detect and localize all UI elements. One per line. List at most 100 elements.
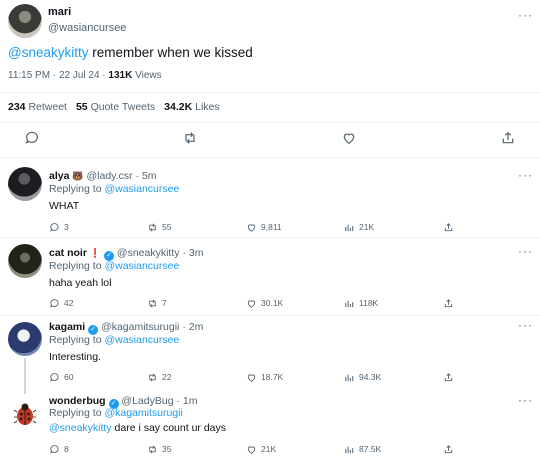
dot-separator: ·: [176, 395, 180, 407]
tweet-time[interactable]: 11:15 PM · 22 Jul 24 ·: [8, 70, 108, 81]
reply-age[interactable]: 1m: [183, 395, 198, 407]
replying-to-link[interactable]: @wasiancursee: [104, 334, 179, 346]
retweets-stat[interactable]: 234 Retweet: [8, 101, 67, 113]
share-icon: [444, 298, 453, 307]
retweet-button[interactable]: 55: [147, 220, 171, 234]
tweet-text: @sneakykitty remember when we kissed: [8, 45, 253, 60]
avatar[interactable]: [8, 167, 42, 201]
like-button[interactable]: 18.7K: [246, 370, 283, 384]
ladybug-avatar-icon: [13, 403, 37, 425]
likes-stat[interactable]: 34.2K Likes: [164, 101, 219, 113]
tweet-body: remember when we kissed: [88, 45, 253, 60]
quotes-label: Quote Tweets: [87, 101, 156, 113]
reply-button[interactable]: 60: [49, 370, 73, 384]
share-button[interactable]: [443, 220, 454, 234]
like-icon[interactable]: [341, 130, 357, 146]
views-button[interactable]: 94.3K: [344, 370, 381, 384]
retweet-button[interactable]: 7: [147, 296, 167, 310]
like-count: 9,811: [261, 222, 282, 232]
quotes-stat[interactable]: 55 Quote Tweets: [76, 101, 155, 113]
name-emoji: 🐻: [72, 171, 84, 181]
retweet-count: 7: [162, 298, 167, 308]
author-name[interactable]: wonderbug: [49, 395, 106, 407]
reply-icon: [49, 222, 59, 232]
dot-separator: ·: [135, 170, 139, 182]
more-icon[interactable]: ···: [518, 8, 533, 22]
reply-icon: [49, 444, 59, 454]
author-name[interactable]: cat noir: [49, 247, 87, 259]
author-handle[interactable]: @kagamitsurugii: [101, 321, 179, 333]
retweet-button[interactable]: 35: [147, 442, 171, 456]
reply-header: alya 🐻 @lady.csr · 5m: [49, 170, 157, 182]
reply-tweet[interactable]: wonderbug ✓ @LadyBug · 1m ··· Replying t…: [0, 392, 540, 458]
views-button[interactable]: 21K: [344, 220, 374, 234]
tweet-meta: 11:15 PM · 22 Jul 24 · 131K Views: [8, 70, 162, 81]
views-button[interactable]: 118K: [344, 296, 378, 310]
author-name[interactable]: kagami: [49, 321, 85, 333]
more-icon[interactable]: ···: [518, 318, 533, 332]
replying-to: Replying to @kagamitsurugii: [49, 407, 183, 419]
retweets-count: 234: [8, 101, 26, 113]
reply-button[interactable]: 8: [49, 442, 69, 456]
dot-separator: ·: [182, 247, 186, 259]
dot-separator: ·: [182, 321, 186, 333]
share-icon[interactable]: [500, 130, 516, 146]
replying-to-link[interactable]: @wasiancursee: [104, 260, 179, 272]
name-emoji: ❗: [89, 248, 102, 258]
views-count: 87.5K: [359, 444, 382, 454]
main-tweet: mari @wasiancursee ··· @sneakykitty reme…: [0, 0, 540, 158]
views-button[interactable]: 87.5K: [344, 442, 381, 456]
like-button[interactable]: 21K: [246, 442, 276, 456]
reply-count: 42: [64, 298, 74, 308]
share-button[interactable]: [443, 370, 454, 384]
avatar[interactable]: [8, 322, 42, 356]
divider: [0, 92, 540, 93]
retweet-icon[interactable]: [182, 130, 198, 146]
more-icon[interactable]: ···: [518, 244, 533, 258]
replying-label: Replying to: [49, 183, 105, 195]
reply-icon[interactable]: [24, 130, 40, 146]
like-button[interactable]: 9,811: [246, 220, 282, 234]
share-button[interactable]: [443, 296, 454, 310]
reply-button[interactable]: 42: [49, 296, 73, 310]
reply-header: cat noir ❗ ✓ @sneakykitty · 3m: [49, 247, 203, 261]
reply-text: WHAT: [49, 200, 80, 212]
replying-label: Replying to: [49, 334, 105, 346]
replying-to-link[interactable]: @wasiancursee: [104, 183, 179, 195]
more-icon[interactable]: ···: [518, 168, 533, 182]
reply-age[interactable]: 3m: [189, 247, 204, 259]
mention-link[interactable]: @sneakykitty: [49, 422, 112, 434]
like-icon: [247, 299, 256, 308]
reply-actions: 42 7 30.1K 118K: [0, 296, 540, 310]
reply-tweet[interactable]: kagami ✓ @kagamitsurugii · 2m ··· Replyi…: [0, 316, 540, 392]
retweet-icon: [149, 223, 156, 231]
author-name[interactable]: alya: [49, 170, 69, 182]
reply-age[interactable]: 2m: [189, 321, 204, 333]
avatar[interactable]: [8, 397, 42, 431]
avatar[interactable]: [8, 4, 42, 38]
replying-to-link[interactable]: @kagamitsurugii: [104, 407, 182, 419]
author-handle[interactable]: @lady.csr: [87, 170, 133, 182]
share-button[interactable]: [443, 442, 454, 456]
mention-link[interactable]: @sneakykitty: [8, 45, 88, 60]
replying-label: Replying to: [49, 407, 105, 419]
like-icon: [247, 373, 256, 382]
retweet-count: 55: [162, 222, 172, 232]
more-icon[interactable]: ···: [518, 393, 533, 407]
reply-count: 8: [64, 444, 69, 454]
share-icon: [444, 372, 453, 381]
retweet-button[interactable]: 22: [147, 370, 171, 384]
author-handle[interactable]: @wasiancursee: [48, 22, 126, 34]
reply-button[interactable]: 3: [49, 220, 69, 234]
reply-age[interactable]: 5m: [142, 170, 157, 182]
like-button[interactable]: 30.1K: [246, 296, 283, 310]
author-handle[interactable]: @sneakykitty: [117, 247, 180, 259]
author-handle[interactable]: @LadyBug: [121, 395, 173, 407]
like-icon: [247, 223, 256, 232]
avatar[interactable]: [8, 244, 42, 278]
reply-tweet[interactable]: cat noir ❗ ✓ @sneakykitty · 3m ··· Reply…: [0, 238, 540, 316]
views-count: 94.3K: [359, 372, 382, 382]
reply-tweet[interactable]: alya 🐻 @lady.csr · 5m ··· Replying to @w…: [0, 158, 540, 238]
author-name[interactable]: mari: [48, 6, 71, 18]
reply-body: dare i say count ur days: [111, 422, 227, 434]
